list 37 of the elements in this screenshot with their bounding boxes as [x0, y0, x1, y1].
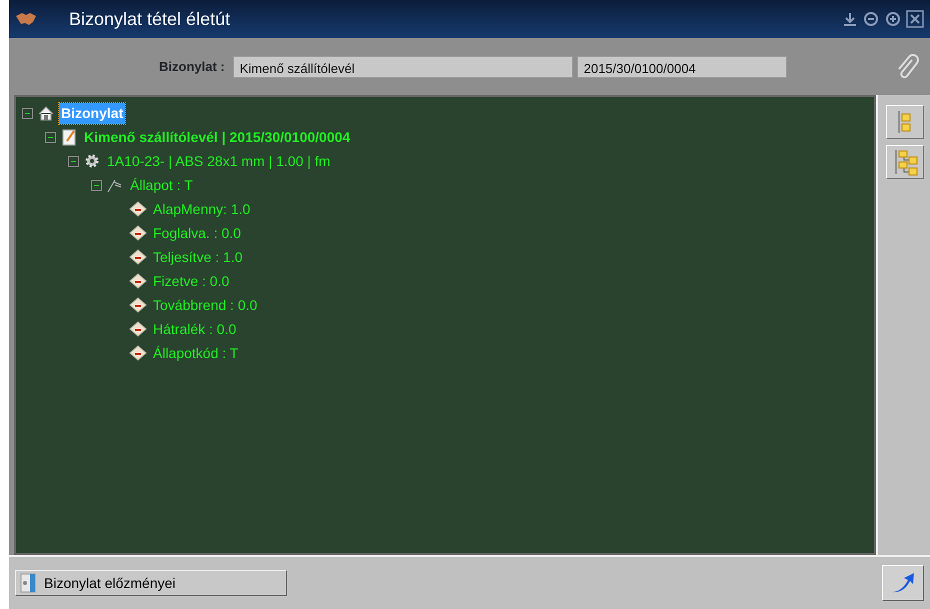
tag-icon [129, 320, 147, 338]
field-label: Bizonylat : [159, 58, 225, 76]
history-button[interactable]: Bizonylat előzményei [15, 570, 287, 596]
tag-icon [129, 272, 147, 290]
tree-node[interactable]: 1A10-23- | ABS 28x1 mm | 1.00 | fm [105, 150, 332, 172]
tree-node[interactable]: Továbbrend : 0.0 [151, 294, 260, 316]
forward-button[interactable] [882, 565, 924, 601]
tree-node[interactable]: Foglalva. : 0.0 [151, 222, 243, 244]
tree-node[interactable]: AlapMenny: 1.0 [151, 198, 252, 220]
expand-all-button[interactable] [886, 105, 924, 139]
notepad-icon [60, 128, 78, 146]
tree-node[interactable]: Fizetve : 0.0 [151, 270, 232, 292]
house-icon [37, 104, 55, 122]
document-icon [20, 573, 36, 593]
tag-icon [129, 248, 147, 266]
zoom-in-icon[interactable] [884, 11, 902, 27]
download-icon[interactable] [842, 11, 858, 27]
tree-node[interactable]: Teljesítve : 1.0 [151, 246, 244, 268]
gear-icon [83, 152, 101, 170]
tag-icon [129, 344, 147, 362]
tag-icon [129, 224, 147, 242]
collapse-toggle[interactable] [91, 180, 102, 190]
zoom-out-icon[interactable] [862, 11, 880, 27]
collapse-toggle[interactable] [68, 156, 79, 166]
tag-icon [129, 296, 147, 314]
document-type-field[interactable]: Kimenő szállítólevél [232, 56, 573, 78]
collapse-toggle[interactable] [45, 132, 56, 142]
tree-node[interactable]: Állapotkód : T [151, 342, 240, 364]
tree-node[interactable]: Hátralék : 0.0 [151, 318, 238, 340]
tag-icon [129, 200, 147, 218]
close-icon[interactable] [906, 10, 924, 28]
tree-node[interactable]: Kimenő szállítólevél | 2015/30/0100/0004 [82, 126, 352, 148]
tree-node[interactable]: Állapot : T [128, 174, 195, 196]
window-title: Bizonylat tétel életút [69, 8, 230, 31]
collapse-toggle[interactable] [22, 108, 33, 118]
collapse-all-button[interactable] [886, 145, 924, 179]
document-number-field[interactable]: 2015/30/0100/0004 [576, 56, 787, 78]
